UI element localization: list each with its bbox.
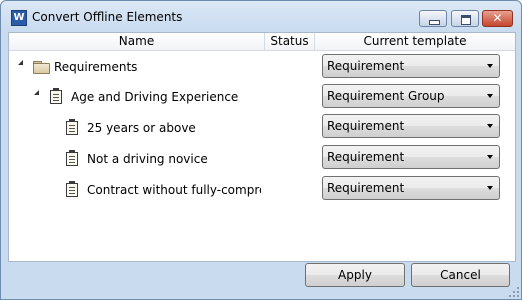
- tree-item-label: Requirements: [54, 60, 138, 74]
- cancel-button[interactable]: Cancel: [411, 263, 510, 287]
- expand-collapse-icon[interactable]: [18, 60, 23, 65]
- chevron-down-icon: [487, 155, 493, 159]
- column-header-template[interactable]: Current template: [315, 33, 515, 50]
- dialog-window: W Convert Offline Elements ✕ Name Status…: [0, 0, 522, 300]
- tree-row-contract-without-fully-comprehensive[interactable]: Contract without fully-comprehe Requirem…: [9, 174, 515, 204]
- document-icon: [66, 119, 78, 135]
- tree-row-25-years-or-above[interactable]: 25 years or above Requirement: [9, 113, 515, 143]
- apply-button[interactable]: Apply: [305, 263, 405, 287]
- template-dropdown[interactable]: Requirement Group: [322, 84, 500, 108]
- document-icon: [66, 181, 78, 197]
- title-bar[interactable]: W Convert Offline Elements ✕: [1, 1, 521, 33]
- word-app-icon: W: [11, 10, 27, 26]
- tree-row-not-a-driving-novice[interactable]: Not a driving novice Requirement: [9, 143, 515, 173]
- chevron-down-icon: [487, 94, 493, 98]
- column-header-row: Name Status Current template: [9, 33, 515, 51]
- template-dropdown-value: Requirement: [327, 119, 405, 133]
- elements-tree-grid[interactable]: Name Status Current template Requirement…: [8, 32, 516, 262]
- template-dropdown-value: Requirement: [327, 181, 405, 195]
- window-title: Convert Offline Elements: [32, 10, 183, 24]
- tree-row-age-and-driving-experience[interactable]: Age and Driving Experience Requirement G…: [9, 82, 515, 112]
- tree-item-label: Age and Driving Experience: [71, 90, 239, 104]
- expand-collapse-icon[interactable]: [34, 90, 39, 95]
- document-icon: [50, 88, 62, 104]
- template-dropdown-value: Requirement Group: [327, 89, 445, 103]
- template-dropdown[interactable]: Requirement: [322, 176, 500, 200]
- minimize-button[interactable]: [419, 10, 447, 27]
- close-button[interactable]: ✕: [482, 10, 513, 27]
- template-dropdown[interactable]: Requirement: [322, 54, 500, 78]
- tree-row-requirements[interactable]: Requirements Requirement: [9, 52, 515, 82]
- tree-item-label: Not a driving novice: [87, 152, 208, 166]
- template-dropdown-value: Requirement: [327, 59, 405, 73]
- close-icon: ✕: [492, 11, 503, 25]
- chevron-down-icon: [487, 186, 493, 190]
- maximize-icon: [461, 15, 471, 25]
- tree-item-label: 25 years or above: [87, 121, 196, 135]
- column-header-name[interactable]: Name: [9, 33, 265, 50]
- column-header-status[interactable]: Status: [265, 33, 315, 50]
- template-dropdown-value: Requirement: [327, 150, 405, 164]
- template-dropdown[interactable]: Requirement: [322, 114, 500, 138]
- chevron-down-icon: [487, 124, 493, 128]
- folder-icon: [33, 61, 50, 74]
- minimize-icon: [429, 20, 440, 25]
- maximize-button[interactable]: [451, 10, 479, 27]
- chevron-down-icon: [487, 64, 493, 68]
- template-dropdown[interactable]: Requirement: [322, 145, 500, 169]
- resize-grip-icon[interactable]: [509, 287, 519, 297]
- document-icon: [66, 150, 78, 166]
- tree-item-label: Contract without fully-comprehe: [87, 183, 261, 197]
